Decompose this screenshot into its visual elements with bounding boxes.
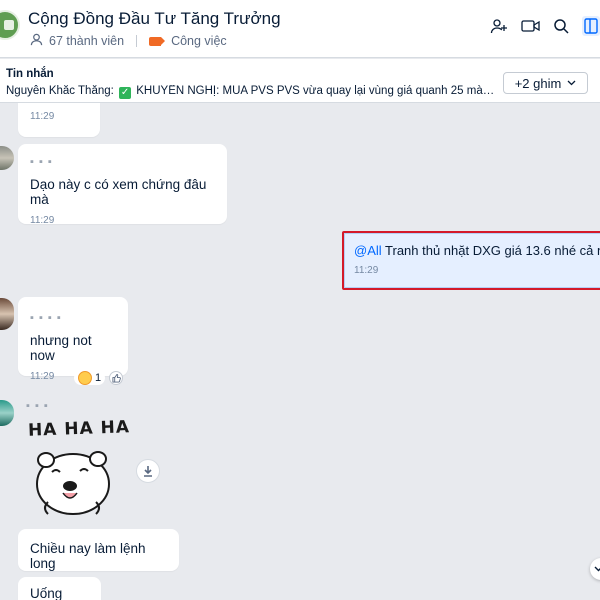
group-avatar[interactable] <box>0 10 20 40</box>
sender-name: ▪ ▪ ▪ <box>30 156 53 168</box>
reactions: 1 <box>74 371 124 385</box>
sticker[interactable]: HA HA HA <box>26 416 130 522</box>
check-icon: ✓ <box>119 87 132 99</box>
video-icon[interactable] <box>520 16 540 36</box>
sender-name: ▪ ▪ ▪ <box>26 400 49 412</box>
add-person-icon[interactable] <box>489 16 509 36</box>
message-bubble[interactable]: ▪ ▪ ▪ Dạo này c có xem chứng đâu mà 11:2… <box>18 144 227 226</box>
my-message-bubble[interactable]: @All Tranh thủ nhặt DXG giá 13.6 nhé cả … <box>342 231 600 290</box>
pinned-title: Tin nhắn <box>6 68 54 80</box>
chevron-down-icon <box>567 80 576 86</box>
reaction-count: 1 <box>95 372 102 384</box>
chat-header: Cộng Đồng Đầu Tư Tăng Trưởng 67 thành vi… <box>0 0 600 58</box>
message-bubble[interactable]: ▪ ▪ ▪ ▪ nhưng not now 11:29 <box>18 297 128 382</box>
message-text: Uống cafe <box>30 586 63 600</box>
search-icon[interactable] <box>551 16 571 36</box>
group-title[interactable]: Cộng Đồng Đầu Tư Tăng Trưởng <box>28 9 281 29</box>
scroll-to-bottom-button[interactable] <box>590 558 600 580</box>
member-count[interactable]: 67 thành viên <box>49 34 124 48</box>
message-text: Dạo này c có xem chứng đâu mà <box>30 177 207 207</box>
message-text: @All Tranh thủ nhặt DXG giá 13.6 nhé cả … <box>354 243 600 258</box>
header-actions <box>489 16 600 36</box>
like-icon[interactable] <box>109 371 124 385</box>
avatar[interactable] <box>0 298 14 330</box>
message-time: 11:29 <box>354 265 379 276</box>
category-label[interactable]: Công việc <box>171 34 227 48</box>
message-bubble[interactable]: 11:29 <box>18 103 100 137</box>
person-icon <box>30 33 43 49</box>
bear-sticker-image <box>36 451 110 515</box>
sender-name: ▪ ▪ ▪ ▪ <box>30 312 62 324</box>
message-text: nhưng not now <box>30 333 92 363</box>
divider <box>136 35 138 47</box>
avatar[interactable] <box>0 400 14 426</box>
message-text: Chiều nay làm lệnh long <box>30 541 146 571</box>
message-time: 11:29 <box>30 111 55 122</box>
avatar[interactable] <box>0 146 14 170</box>
tag-icon <box>149 36 166 46</box>
more-pins-button[interactable]: +2 ghim <box>503 72 588 94</box>
pinned-text: KHUYẾN NGHỊ: MUA PVS PVS vừa quay lại vù… <box>136 85 496 97</box>
message-body: Tranh thủ nhặt DXG giá 13.6 nhé cả nhà <box>381 243 600 258</box>
group-meta: 67 thành viên Công việc <box>30 33 227 49</box>
reaction-count-pill[interactable]: 1 <box>74 371 106 385</box>
sticker-text: HA HA HA <box>27 417 131 441</box>
panel-icon[interactable] <box>582 16 600 36</box>
message-time: 11:29 <box>30 215 55 226</box>
pinned-sender: Nguyễn Khắc Thắng: <box>6 85 114 97</box>
laugh-emoji-icon <box>78 371 92 385</box>
message-bubble[interactable]: Chiều nay làm lệnh long <box>18 529 179 571</box>
download-icon[interactable] <box>136 459 160 483</box>
mention-tag[interactable]: @All <box>354 243 382 258</box>
chevron-down-icon <box>594 566 600 572</box>
pinned-content: Nguyễn Khắc Thắng: ✓ KHUYẾN NGHỊ: MUA PV… <box>6 85 496 99</box>
more-pins-label: +2 ghim <box>514 75 562 91</box>
message-bubble[interactable]: Uống cafe <box>18 577 101 600</box>
